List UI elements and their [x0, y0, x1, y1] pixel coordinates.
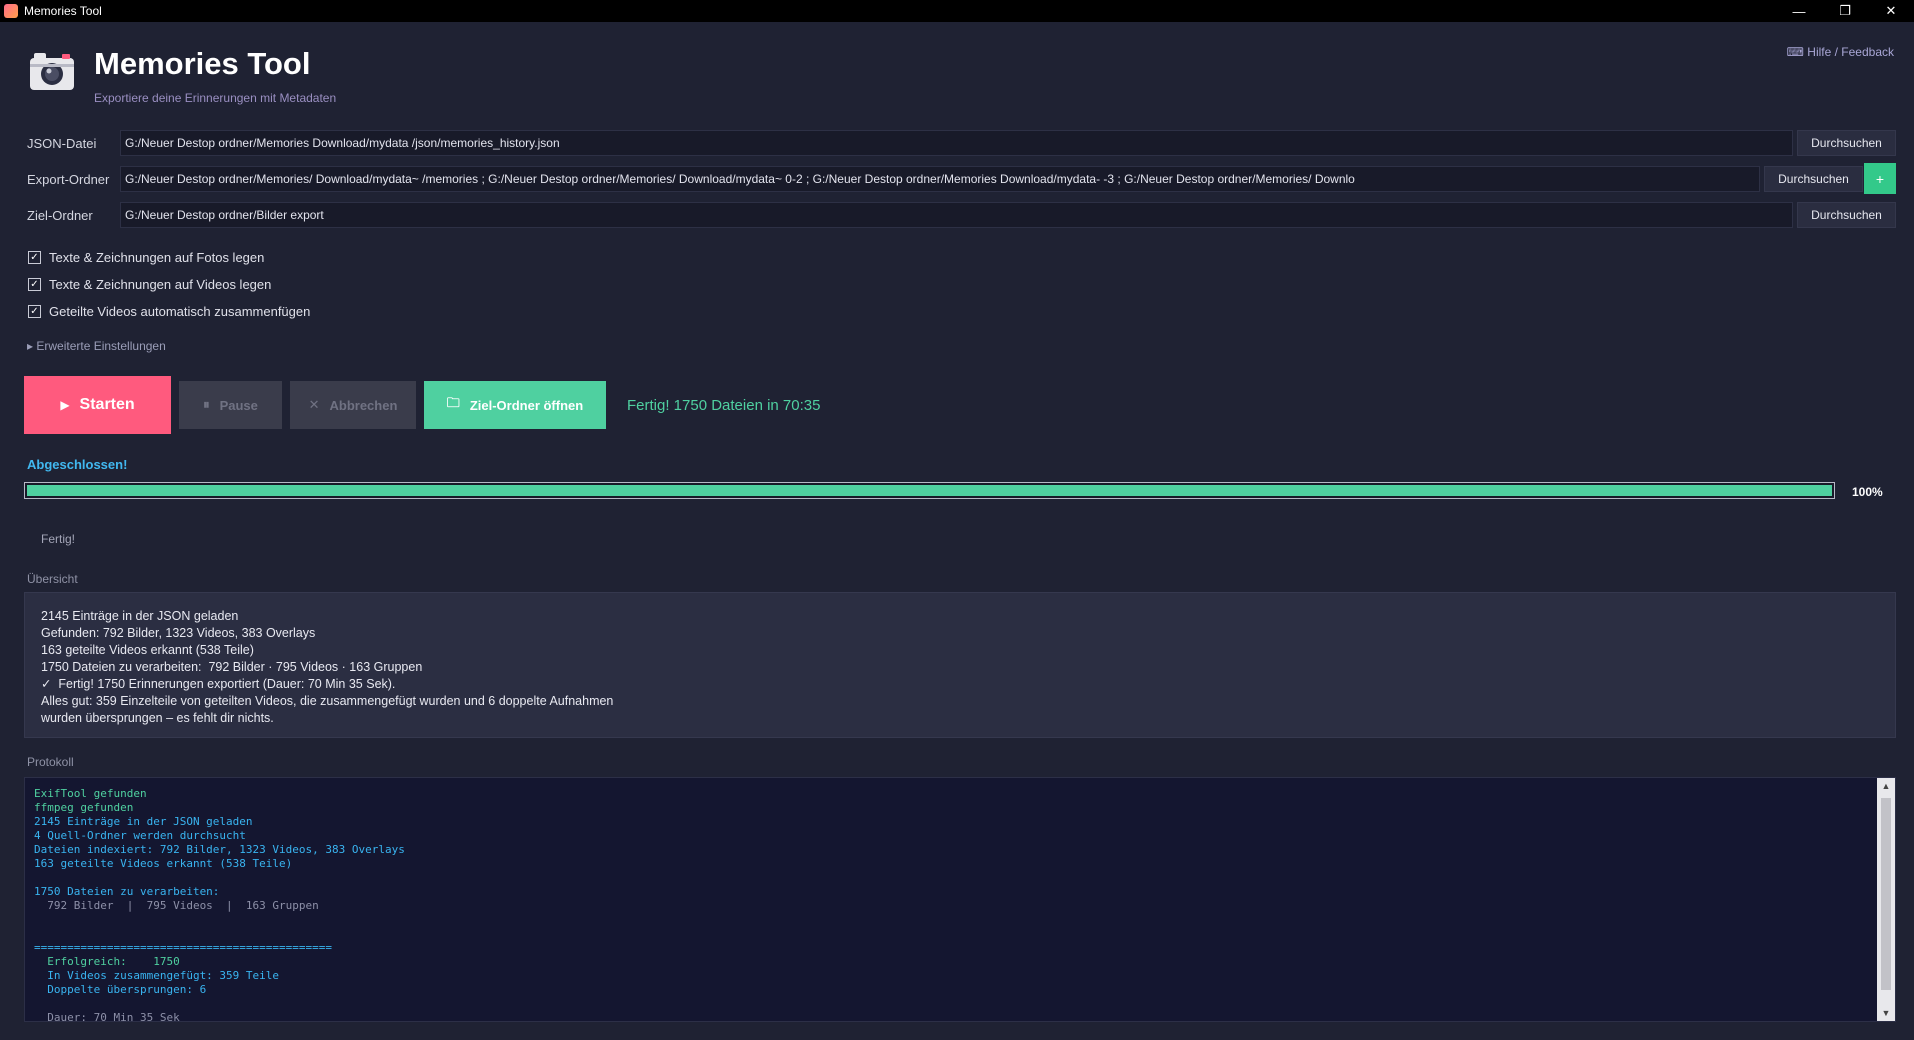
help-feedback-link[interactable]: ⌨ Hilfe / Feedback — [1787, 45, 1894, 59]
photo-overlay-checkbox[interactable]: ✓ — [28, 251, 41, 264]
pause-label: Pause — [219, 397, 258, 413]
video-overlay-label: Texte & Zeichnungen auf Videos legen — [49, 277, 272, 292]
start-label: Starten — [79, 396, 135, 413]
maximize-button[interactable]: ❐ — [1822, 0, 1868, 22]
close-button[interactable]: ✕ — [1868, 0, 1914, 22]
overview-line: 1750 Dateien zu verarbeiten: 792 Bilder … — [41, 660, 423, 674]
overview-line: 163 geteilte Videos erkannt (538 Teile) — [41, 643, 254, 657]
camera-icon — [30, 53, 74, 90]
target-folder-input[interactable]: G:/Neuer Destop ordner/Bilder export — [120, 202, 1793, 228]
help-feedback-label: Hilfe / Feedback — [1807, 45, 1894, 59]
close-icon: ✕ — [308, 397, 320, 412]
play-icon: ▶ — [60, 398, 70, 412]
progress-heading: Abgeschlossen! — [27, 457, 128, 472]
cancel-label: Abbrechen — [329, 397, 398, 413]
overview-line: Gefunden: 792 Bilder, 1323 Videos, 383 O… — [41, 626, 316, 640]
video-overlay-checkbox[interactable]: ✓ — [28, 278, 41, 291]
overview-label: Übersicht — [27, 572, 78, 586]
progress-detail: Fertig! — [41, 532, 76, 546]
overview-line: ✓ Fertig! 1750 Erinnerungen exportiert (… — [41, 677, 396, 691]
open-target-folder-button[interactable]: 🗀 Ziel-Ordner öffnen — [424, 381, 606, 429]
add-export-folder-button[interactable]: + — [1864, 163, 1896, 194]
log-line: ffmpeg gefunden — [34, 801, 134, 814]
progress-bar — [24, 482, 1835, 499]
photo-overlay-label: Texte & Zeichnungen auf Fotos legen — [49, 250, 265, 265]
log-scrollbar[interactable]: ▲ ▼ — [1877, 778, 1895, 1021]
scroll-down-icon[interactable]: ▼ — [1877, 1005, 1895, 1021]
export-folder-label: Export-Ordner — [27, 172, 110, 187]
log-line: 1750 Dateien zu verarbeiten: — [34, 885, 220, 898]
app-icon — [4, 4, 18, 18]
photo-overlay-option[interactable]: ✓ Texte & Zeichnungen auf Fotos legen — [28, 250, 264, 265]
progress-fill — [27, 485, 1832, 496]
minimize-button[interactable]: — — [1776, 0, 1822, 22]
window-titlebar: Memories Tool — ❐ ✕ — [0, 0, 1914, 22]
keyboard-icon: ⌨ — [1786, 45, 1804, 59]
log-label: Protokoll — [27, 755, 74, 769]
merge-videos-label: Geteilte Videos automatisch zusammenfüge… — [49, 304, 311, 319]
log-content: ExifTool gefunden ffmpeg gefunden 2145 Ein… — [34, 787, 405, 1022]
merge-videos-option[interactable]: ✓ Geteilte Videos automatisch zusammenfü… — [28, 304, 310, 319]
log-line: 2145 Einträge in der JSON geladen — [34, 815, 253, 828]
overview-line: Alles gut: 359 Einzelteile von geteilten… — [41, 694, 614, 708]
log-panel[interactable]: ExifTool gefunden ffmpeg gefunden 2145 Ein… — [24, 777, 1896, 1022]
json-file-label: JSON-Datei — [27, 136, 97, 151]
progress-percent: 100% — [1852, 485, 1883, 499]
log-line: 4 Quell-Ordner werden durchsucht — [34, 829, 246, 842]
log-line: 163 geteilte Videos erkannt (538 Teile) — [34, 857, 293, 870]
log-line: In Videos zusammengefügt: 359 Teile — [34, 969, 280, 982]
status-message: Fertig! 1750 Dateien in 70:35 — [627, 397, 821, 414]
app-title: Memories Tool — [94, 46, 311, 81]
log-line: Dateien indexiert: 792 Bilder, 1323 Vide… — [34, 843, 405, 856]
log-line: 792 Bilder | 795 Videos | 163 Gruppen — [34, 899, 319, 912]
json-file-input[interactable]: G:/Neuer Destop ordner/Memories Download… — [120, 130, 1793, 156]
export-folder-input[interactable]: G:/Neuer Destop ordner/Memories/ Downloa… — [120, 166, 1760, 192]
folder-icon: 🗀 — [446, 395, 460, 410]
overview-line: 2145 Einträge in der JSON geladen — [41, 609, 239, 623]
target-folder-label: Ziel-Ordner — [27, 208, 93, 223]
overview-panel: 2145 Einträge in der JSON geladen Gefund… — [24, 592, 1896, 738]
log-line: Erfolgreich: 1750 — [34, 955, 180, 968]
app-subtitle: Exportiere deine Erinnerungen mit Metada… — [94, 91, 337, 105]
log-line: Doppelte übersprungen: 6 — [34, 983, 207, 996]
target-browse-button[interactable]: Durchsuchen — [1797, 202, 1896, 228]
log-line: Dauer: 70 Min 35 Sek — [34, 1011, 180, 1022]
video-overlay-option[interactable]: ✓ Texte & Zeichnungen auf Videos legen — [28, 277, 271, 292]
open-target-folder-label: Ziel-Ordner öffnen — [469, 397, 584, 413]
export-browse-button[interactable]: Durchsuchen — [1764, 166, 1863, 192]
advanced-settings-toggle[interactable]: ▸ Erweiterte Einstellungen — [27, 339, 166, 353]
start-button[interactable]: ▶ Starten — [24, 376, 171, 434]
pause-button[interactable]: ⏸ Pause — [179, 381, 282, 429]
merge-videos-checkbox[interactable]: ✓ — [28, 305, 41, 318]
log-line: ========================================… — [34, 941, 333, 954]
window-controls: — ❐ ✕ — [1776, 0, 1914, 22]
json-browse-button[interactable]: Durchsuchen — [1797, 130, 1896, 156]
overview-line: wurden übersprungen – es fehlt dir nicht… — [41, 711, 274, 725]
log-line: ExifTool gefunden — [34, 787, 147, 800]
scroll-thumb[interactable] — [1881, 798, 1891, 990]
pause-icon: ⏸ — [203, 397, 210, 412]
cancel-button[interactable]: ✕ Abbrechen — [290, 381, 416, 429]
window-title: Memories Tool — [24, 4, 102, 18]
scroll-up-icon[interactable]: ▲ — [1877, 778, 1895, 794]
